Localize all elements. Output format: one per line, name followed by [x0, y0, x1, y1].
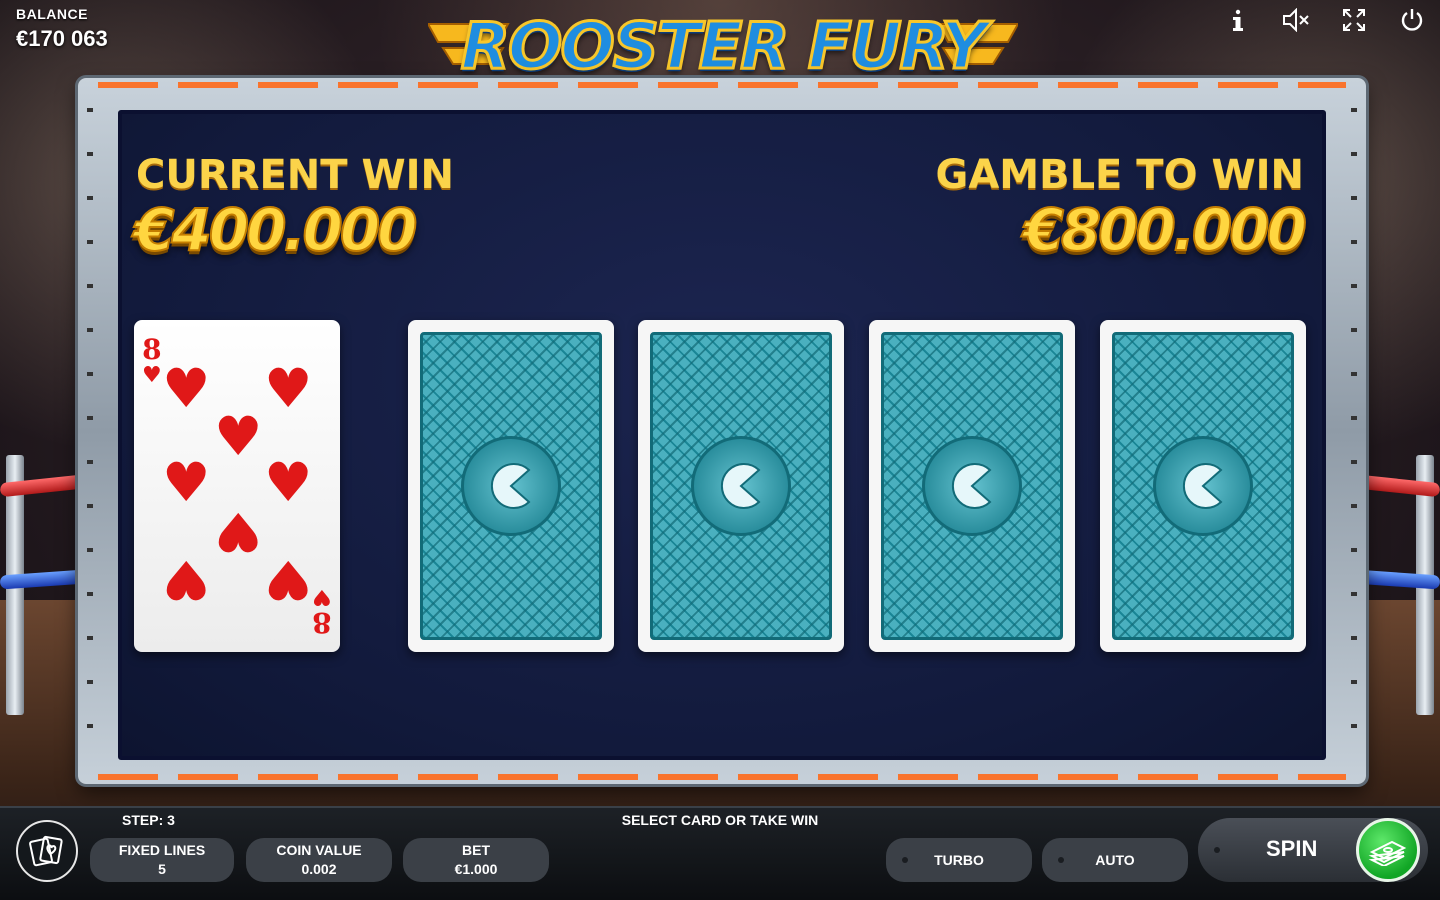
heart-icon: ♥ [162, 548, 211, 611]
face-down-card-1[interactable] [408, 320, 614, 652]
heart-icon: ♥ [162, 357, 211, 420]
auto-toggle[interactable]: AUTO [1042, 838, 1188, 882]
face-down-card-2[interactable] [638, 320, 844, 652]
coin-value-value: 0.002 [301, 861, 337, 877]
bet-value: €1.000 [454, 861, 498, 877]
toggle-indicator [1058, 857, 1064, 863]
card-logo-icon [1153, 436, 1253, 536]
heart-icon: ♥ [264, 548, 313, 611]
paytable-button[interactable] [16, 820, 78, 882]
card-logo-icon [922, 436, 1022, 536]
card-rank: 8 [142, 333, 162, 366]
info-icon[interactable] [1224, 6, 1252, 34]
card-corner-bottom: 8 ♥ [312, 584, 332, 639]
logo-text: ROOSTER FURY [459, 9, 989, 86]
heart-icon: ♥ [162, 451, 211, 514]
sound-muted-icon[interactable] [1282, 6, 1310, 34]
dealer-card: 8 ♥ 8 ♥ ♥ ♥ ♥ ♥ ♥ ♥ ♥ ♥ [134, 320, 340, 652]
balance-value: €170 063 [16, 26, 108, 51]
coin-value-label: COIN VALUE [276, 842, 362, 859]
power-icon[interactable] [1398, 6, 1426, 34]
spin-label: SPIN [1266, 836, 1318, 861]
auto-label: AUTO [1095, 851, 1135, 868]
balance-label: BALANCE [16, 6, 88, 22]
frame-rivets [87, 108, 93, 754]
face-down-card-3[interactable] [869, 320, 1075, 652]
heart-icon: ♥ [312, 584, 332, 610]
gamble-board: CURRENT WIN €400.000 GAMBLE TO WIN €800.… [118, 110, 1326, 760]
frame-stripe [98, 774, 1346, 780]
toggle-indicator [1214, 847, 1220, 853]
gamble-board-frame: CURRENT WIN €400.000 GAMBLE TO WIN €800.… [78, 78, 1366, 784]
heart-icon: ♥ [214, 500, 263, 563]
toggle-indicator [902, 857, 908, 863]
fixed-lines-display: FIXED LINES 5 [90, 838, 234, 882]
bet-label: BET [462, 842, 490, 859]
card-back-pattern [650, 332, 832, 640]
current-win-amount: €400.000 [133, 195, 419, 265]
spin-button[interactable]: SPIN [1198, 818, 1428, 882]
card-back-pattern [881, 332, 1063, 640]
card-corner-top: 8 ♥ [142, 333, 162, 388]
card-logo-icon [691, 436, 791, 536]
balance-display: BALANCE €170 063 [16, 6, 108, 52]
heart-icon: ♥ [264, 357, 313, 420]
card-back-pattern [1112, 332, 1294, 640]
card-logo-icon [461, 436, 561, 536]
card-back-pattern [420, 332, 602, 640]
gamble-to-win-amount: €800.000 [1022, 195, 1308, 265]
money-stack-icon [1368, 840, 1407, 866]
top-toolbar [1224, 6, 1426, 34]
current-win-label: CURRENT WIN [136, 152, 454, 198]
collect-money-button[interactable] [1356, 818, 1420, 882]
fullscreen-icon[interactable] [1340, 6, 1368, 34]
bet-selector[interactable]: BET €1.000 [403, 838, 549, 882]
cards-icon [29, 835, 63, 867]
card-rank: 8 [312, 606, 332, 639]
frame-rivets [1351, 108, 1357, 754]
frame-stripe [98, 82, 1346, 88]
heart-icon: ♥ [264, 451, 313, 514]
heart-icon: ♥ [142, 362, 162, 388]
fixed-lines-label: FIXED LINES [118, 842, 206, 859]
face-down-card-4[interactable] [1100, 320, 1306, 652]
turbo-label: TURBO [934, 851, 984, 868]
heart-icon: ♥ [214, 405, 263, 468]
gamble-to-win-label: GAMBLE TO WIN [935, 152, 1304, 198]
coin-value-selector[interactable]: COIN VALUE 0.002 [246, 838, 392, 882]
fixed-lines-value: 5 [158, 861, 166, 877]
turbo-toggle[interactable]: TURBO [886, 838, 1032, 882]
